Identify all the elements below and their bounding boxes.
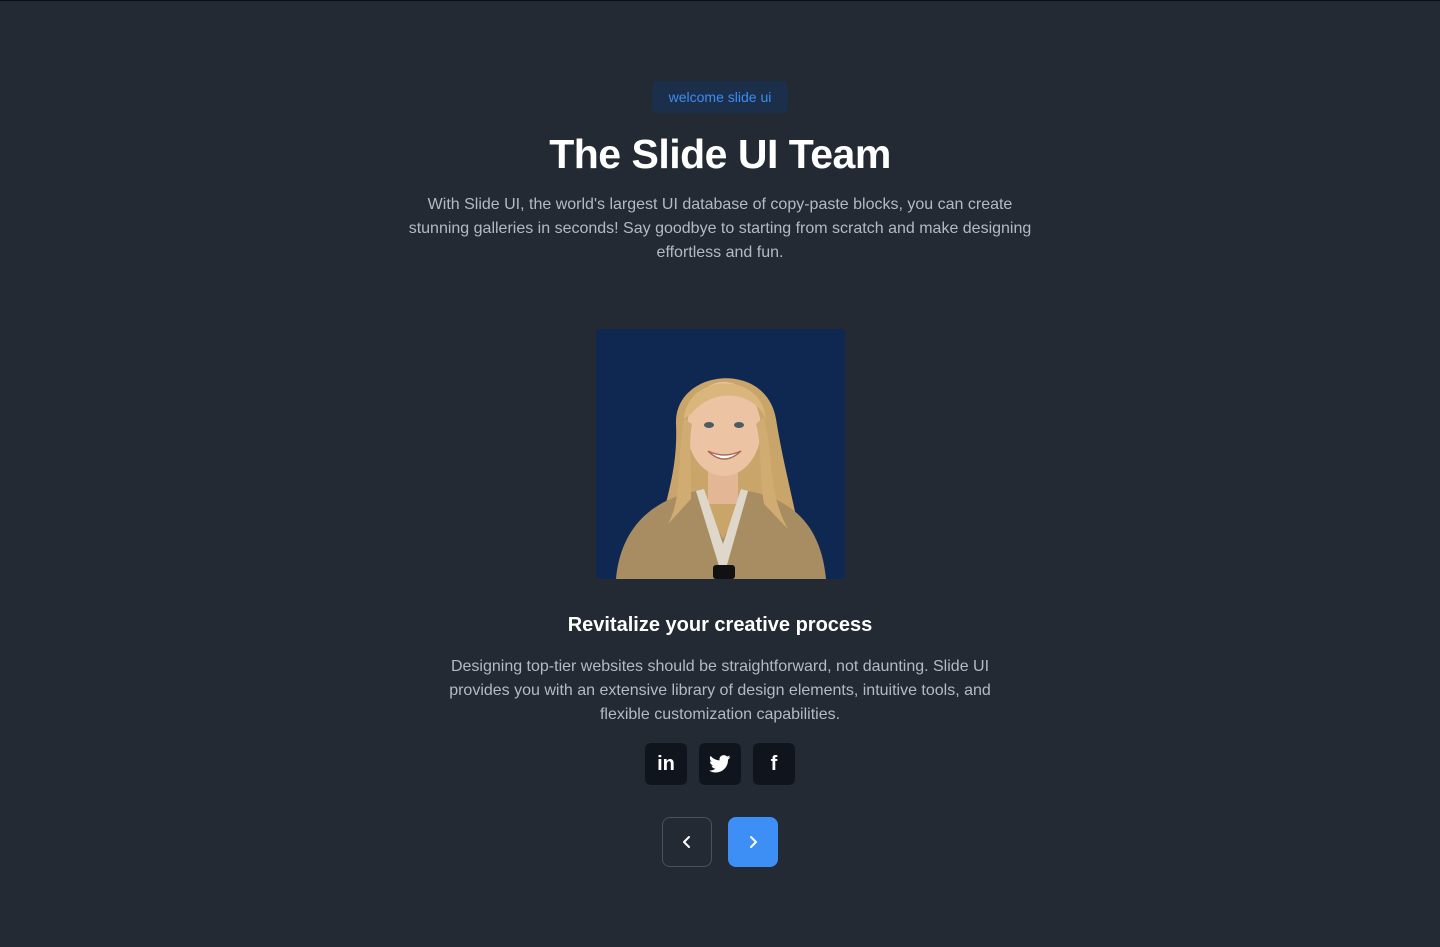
previous-slide-button[interactable] xyxy=(662,817,712,867)
portrait-illustration xyxy=(596,329,845,579)
slide-title: Revitalize your creative process xyxy=(567,614,873,636)
linkedin-icon: in xyxy=(657,752,675,775)
page-title: The Slide UI Team xyxy=(549,131,891,177)
chevron-right-icon xyxy=(750,836,757,848)
team-member-photo xyxy=(596,329,845,579)
page-description: With Slide UI, the world's largest UI da… xyxy=(408,196,1032,261)
next-slide-button[interactable] xyxy=(728,817,778,867)
linkedin-button[interactable]: in xyxy=(645,743,687,785)
top-border xyxy=(0,0,1440,1)
facebook-icon: f xyxy=(770,752,778,775)
twitter-button[interactable] xyxy=(699,743,741,785)
slider-navigation xyxy=(662,817,778,867)
facebook-button[interactable]: f xyxy=(753,743,795,785)
chevron-left-icon xyxy=(683,836,690,848)
slide-description: Designing top-tier websites should be st… xyxy=(449,658,991,723)
welcome-badge: welcome slide ui xyxy=(652,81,788,113)
social-links: in f xyxy=(645,743,795,785)
twitter-icon xyxy=(709,755,731,773)
team-slider-page: welcome slide ui The Slide UI Team With … xyxy=(0,0,1440,947)
